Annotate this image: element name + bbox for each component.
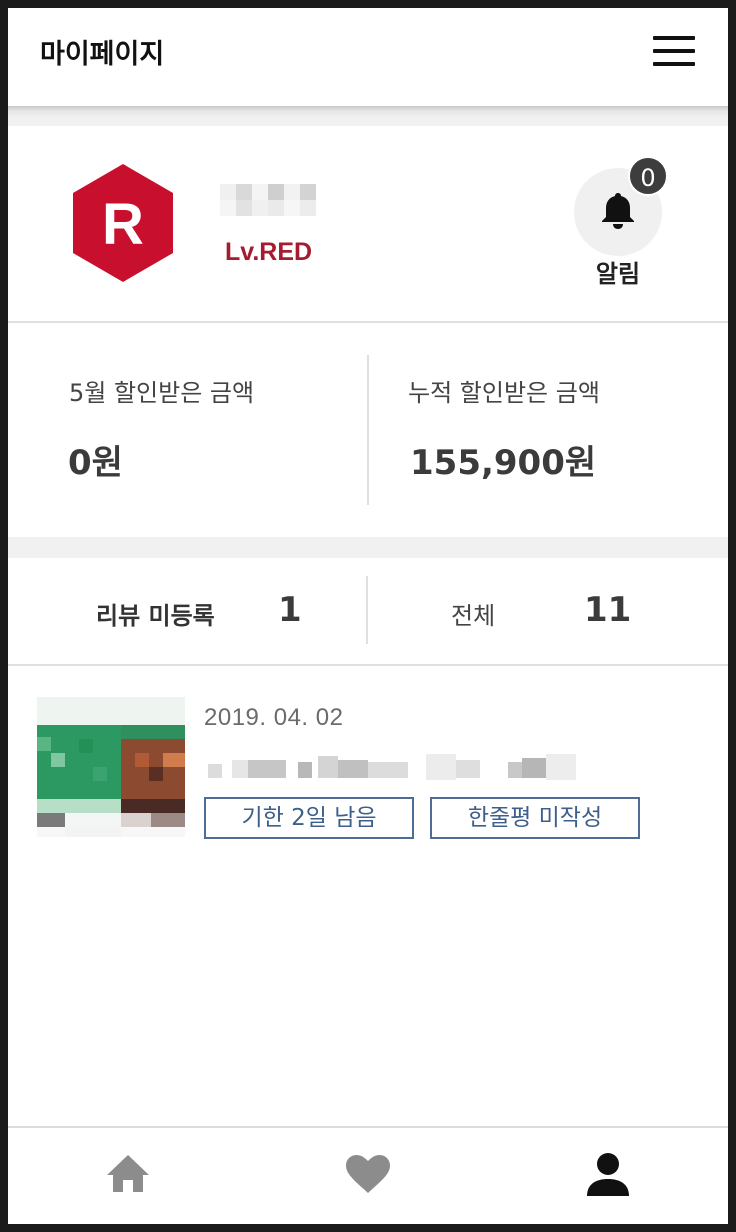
total-savings: 누적 할인받은 금액 155,900원 (370, 323, 728, 537)
review-list-item[interactable]: 2019. 04. 02 기한 2일 남음 한줄평 미작성 (8, 668, 728, 868)
tab-all-reviews[interactable]: 전체 11 (368, 558, 728, 664)
monthly-savings-value: 0원 (68, 443, 123, 483)
user-level: Lv.RED (225, 238, 313, 266)
deadline-tag: 기한 2일 남음 (204, 797, 414, 839)
tab-unregistered-reviews[interactable]: 리뷰 미등록 1 (8, 558, 366, 664)
product-thumbnail (37, 697, 185, 837)
level-badge: R (73, 164, 173, 282)
review-tabs: 리뷰 미등록 1 전체 11 (8, 558, 728, 664)
tab-count: 11 (584, 590, 632, 630)
nav-favorites[interactable] (344, 1150, 392, 1198)
section-spacer (8, 106, 728, 126)
heart-icon (346, 1155, 390, 1193)
notification-count-badge: 0 (628, 156, 668, 196)
mypage-screen: 마이페이지 R Lv.RED 0 알림 5월 할인받은 금액 0원 누적 할인받… (8, 8, 728, 1224)
tab-count: 1 (278, 590, 302, 630)
hamburger-menu-icon[interactable] (653, 36, 695, 66)
savings-summary: 5월 할인받은 금액 0원 누적 할인받은 금액 155,900원 (8, 323, 728, 537)
tab-label: 전체 (451, 602, 496, 630)
level-badge-letter: R (102, 192, 144, 257)
profile-section: R Lv.RED 0 알림 (8, 126, 728, 321)
divider (8, 664, 728, 666)
bottom-navigation (8, 1126, 728, 1224)
home-icon (107, 1155, 149, 1192)
review-status-tag: 한줄평 미작성 (430, 797, 640, 839)
section-spacer (8, 537, 728, 558)
notification-label: 알림 (595, 260, 641, 288)
monthly-savings-label: 5월 할인받은 금액 (69, 379, 255, 407)
column-separator (367, 355, 369, 505)
app-header: 마이페이지 (8, 8, 728, 106)
total-savings-label: 누적 할인받은 금액 (408, 379, 600, 407)
review-date: 2019. 04. 02 (204, 704, 344, 731)
person-icon (587, 1153, 629, 1196)
product-name-blurred (208, 752, 578, 786)
nav-mypage[interactable] (584, 1150, 632, 1198)
monthly-savings: 5월 할인받은 금액 0원 (8, 323, 368, 537)
user-name-blurred (220, 184, 320, 218)
nav-home[interactable] (104, 1150, 152, 1198)
total-savings-value: 155,900원 (410, 443, 597, 483)
tab-label: 리뷰 미등록 (96, 602, 215, 630)
bell-icon (602, 193, 634, 229)
page-title: 마이페이지 (40, 39, 165, 70)
